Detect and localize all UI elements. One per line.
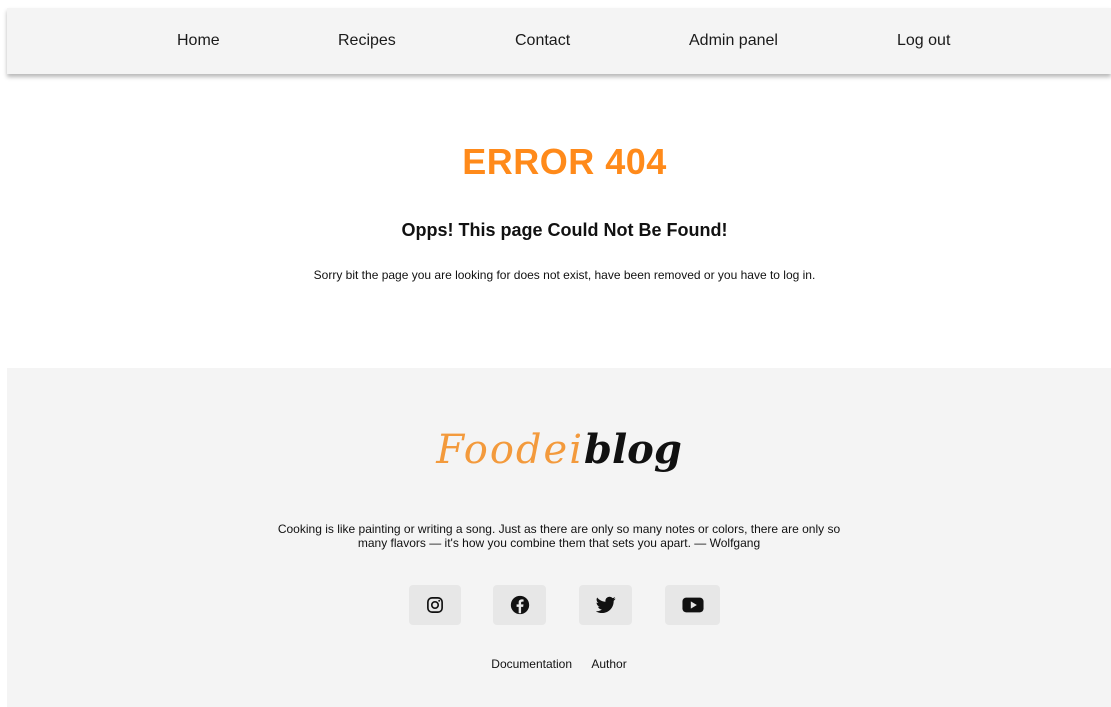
- nav-home-link[interactable]: Home: [177, 8, 220, 74]
- author-link[interactable]: Author: [591, 657, 626, 671]
- youtube-icon: [681, 597, 704, 613]
- documentation-link[interactable]: Documentation: [491, 657, 572, 671]
- facebook-icon: [510, 595, 530, 615]
- youtube-button[interactable]: [665, 585, 720, 625]
- top-navbar: Home Recipes Contact Admin panel Log out: [7, 8, 1111, 74]
- logo-text-foodei: Foodei: [436, 427, 584, 473]
- error-message: Sorry bit the page you are looking for d…: [313, 268, 816, 282]
- twitter-icon: [595, 596, 616, 614]
- nav-admin-panel-link[interactable]: Admin panel: [689, 8, 778, 74]
- footer-quote: Cooking is like painting or writing a so…: [277, 522, 841, 550]
- footer-links: Documentation Author: [7, 657, 1111, 671]
- nav-contact-link[interactable]: Contact: [515, 8, 570, 74]
- instagram-icon: [426, 596, 444, 614]
- footer: Foodeiblog Cooking is like painting or w…: [7, 368, 1111, 707]
- error-subtitle: Opps! This page Could Not Be Found!: [401, 220, 728, 240]
- footer-logo: Foodeiblog: [7, 420, 1111, 480]
- twitter-button[interactable]: [579, 585, 632, 625]
- facebook-button[interactable]: [493, 585, 546, 625]
- logo-text-blog: blog: [584, 426, 682, 473]
- nav-recipes-link[interactable]: Recipes: [338, 8, 396, 74]
- nav-logout-link[interactable]: Log out: [897, 8, 950, 74]
- error-title: ERROR 404: [462, 141, 667, 182]
- instagram-button[interactable]: [409, 585, 461, 625]
